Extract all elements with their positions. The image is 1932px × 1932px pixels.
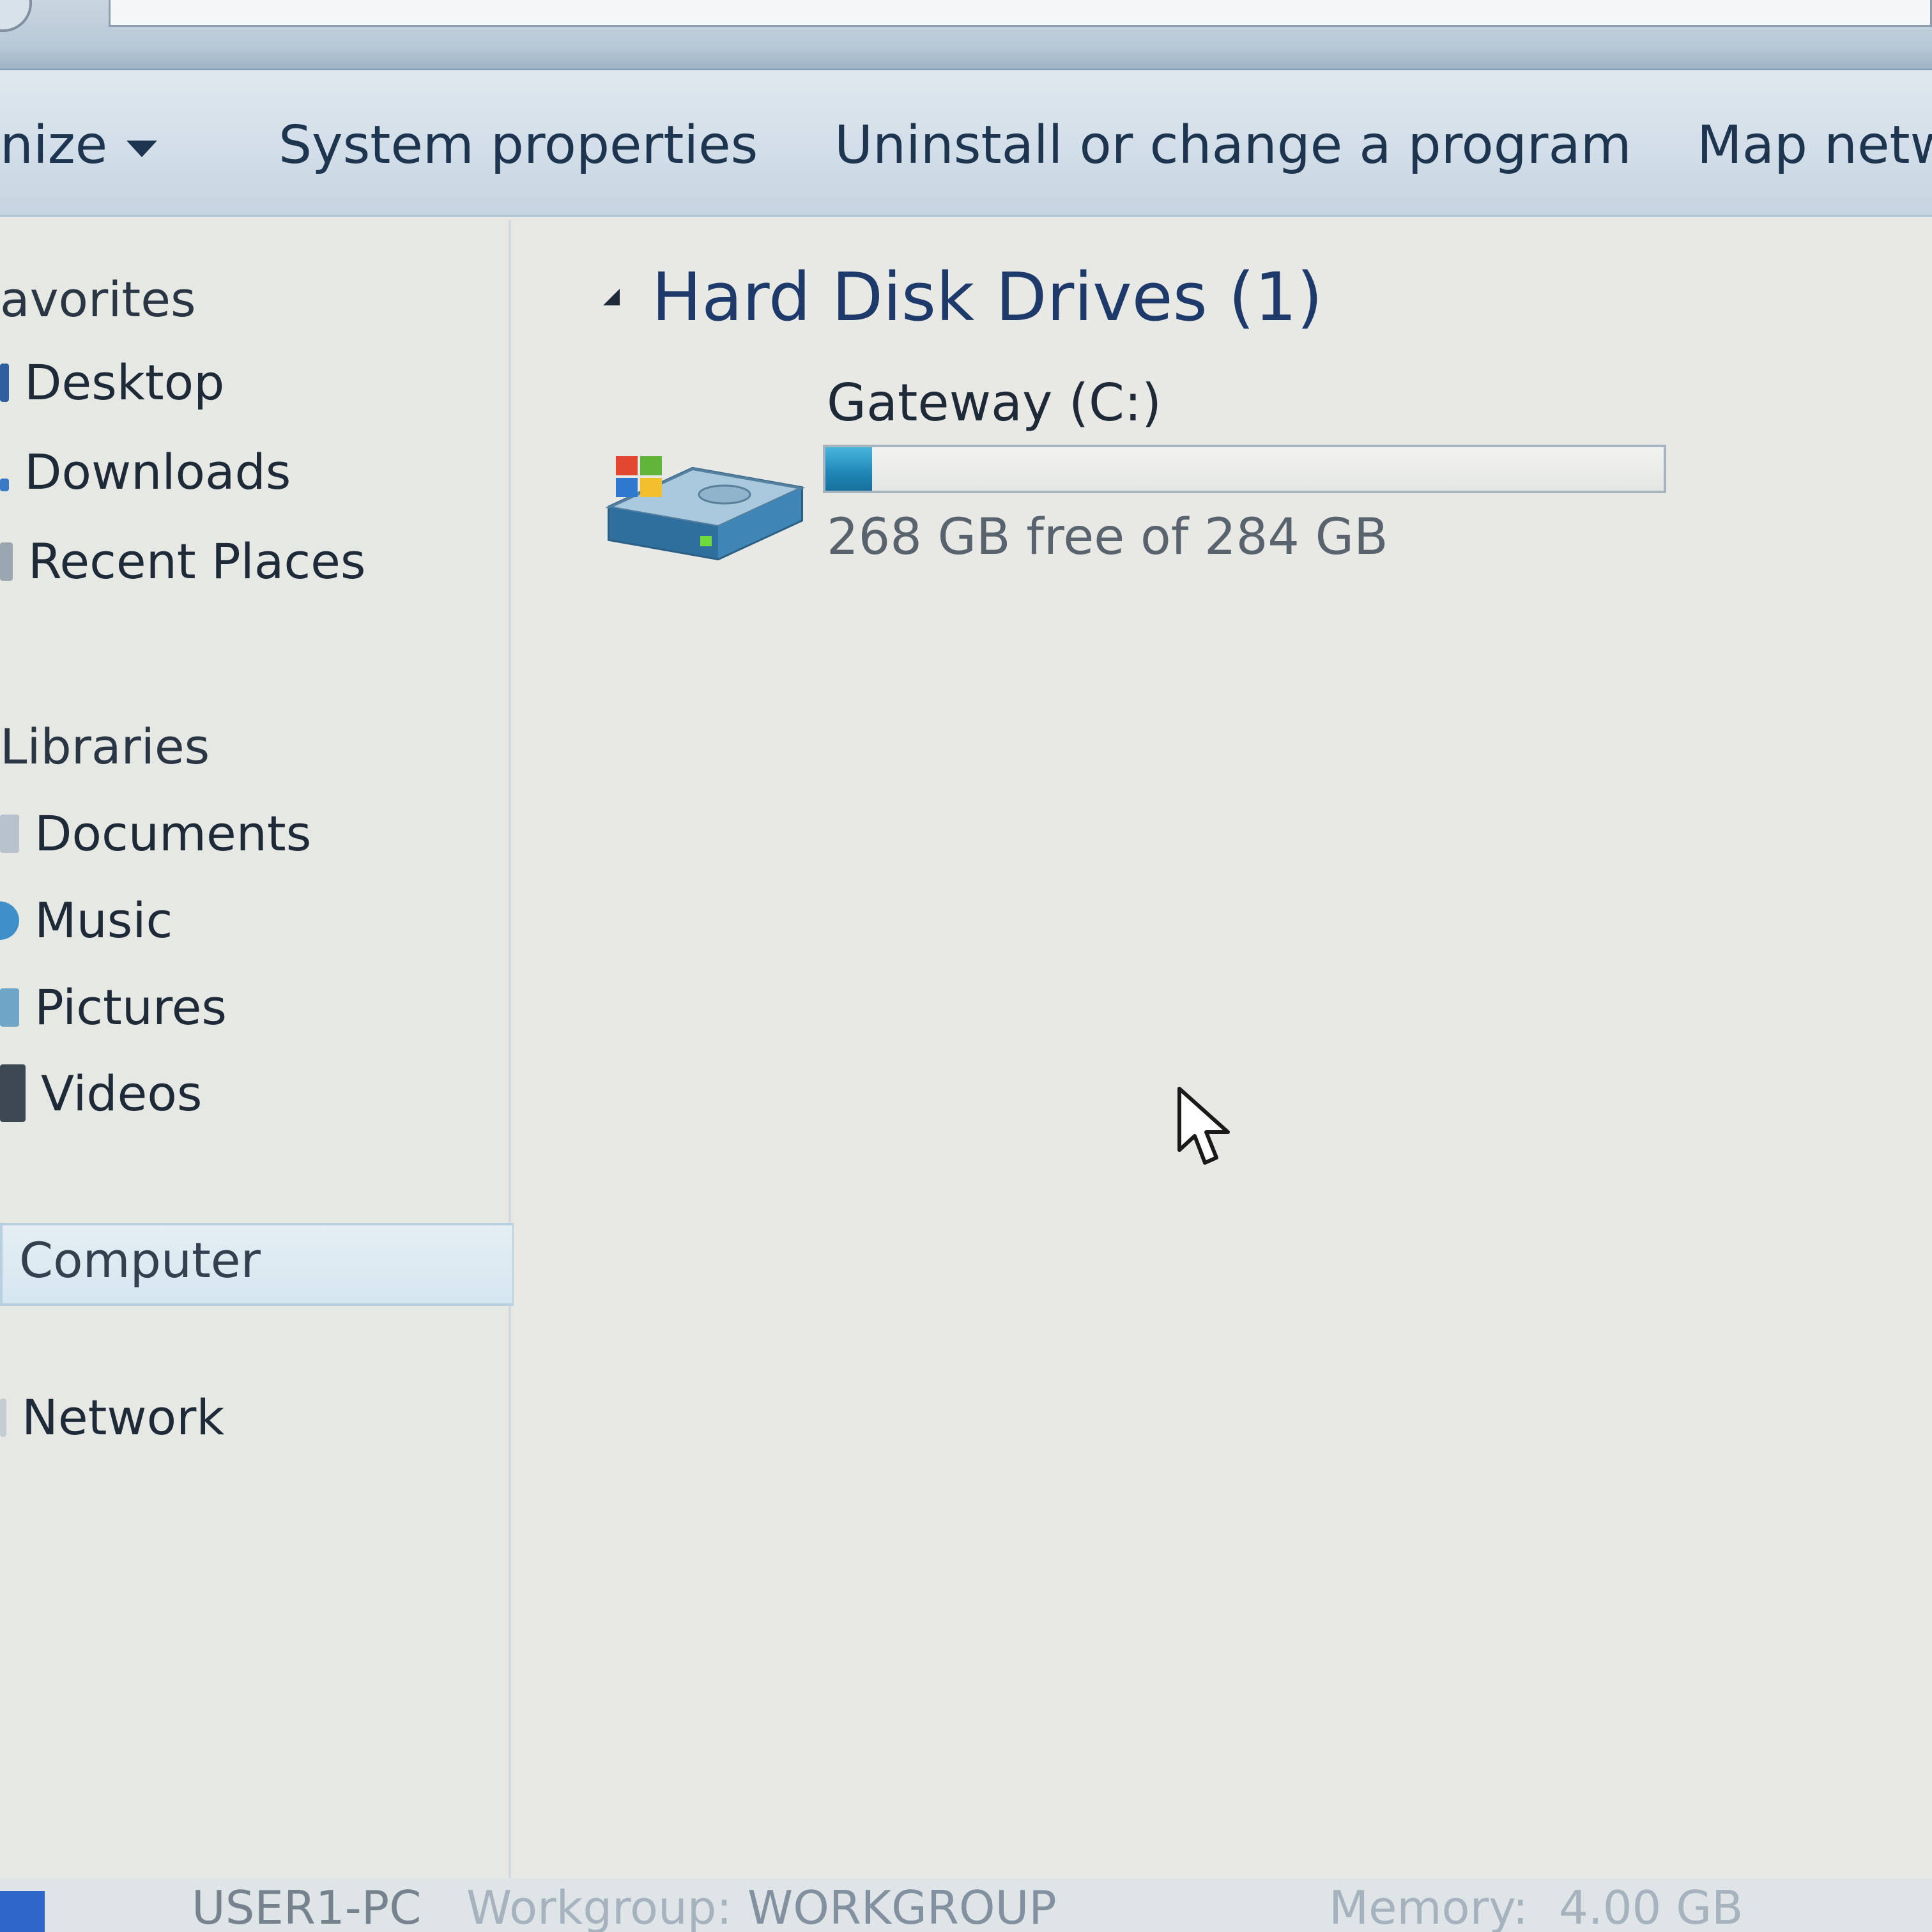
chevron-down-icon [126,140,158,157]
sidebar-item-pictures[interactable]: Pictures [0,979,227,1036]
sidebar-item-downloads[interactable]: Downloads [0,443,291,500]
command-bar: nize System properties Uninstall or chan… [0,70,1932,217]
uninstall-program-button[interactable]: Uninstall or change a program [834,115,1632,176]
workgroup-label: Workgroup: [466,1881,732,1932]
sidebar-item-label: Videos [41,1064,203,1122]
sidebar-item-network[interactable]: Network [0,1389,224,1446]
sidebar-item-label: Recent Places [28,533,366,590]
sidebar-item-label: Network [22,1389,225,1446]
sidebar-item-recent-places[interactable]: Recent Places [0,533,365,590]
sidebar-item-computer[interactable]: Computer [0,1223,515,1306]
address-field[interactable] [109,0,1932,27]
sidebar-item-label: Computer [19,1232,261,1289]
memory-value: 4.00 GB [1559,1881,1744,1932]
sidebar-item-music[interactable]: Music [0,892,172,949]
sidebar-item-desktop[interactable]: Desktop [0,354,224,411]
sidebar-item-label: Desktop [24,354,225,411]
drive-usage-fill [825,447,873,491]
memory-label: Memory: [1329,1881,1528,1932]
content-pane: Hard Disk Drives (1) Gateway (C:) 268 GB… [514,220,1932,1932]
workgroup-value: WORKGROUP [747,1881,1057,1932]
libraries-header[interactable]: Libraries [0,718,210,775]
address-bar-area [0,0,1932,70]
collapse-arrow-icon[interactable] [603,289,620,305]
desktop-icon [0,363,9,402]
videos-icon [0,1064,26,1122]
computer-icon [0,1891,45,1932]
system-properties-button[interactable]: System properties [279,115,758,176]
pictures-icon [0,988,19,1027]
mouse-cursor-icon [1177,1087,1230,1165]
favorites-header[interactable]: avorites [0,271,196,328]
drive-usage-bar [823,445,1666,493]
sidebar-item-videos[interactable]: Videos [0,1064,203,1122]
network-icon [0,1398,6,1437]
recent-places-icon [0,542,13,581]
group-header-label: Hard Disk Drives (1) [652,258,1323,336]
drive-free-space: 268 GB free of 284 GB [827,509,1388,566]
music-icon [0,901,19,940]
drive-name: Gateway (C:) [827,373,1162,433]
downloads-icon [0,478,9,491]
sidebar-item-label: Downloads [24,443,291,500]
organize-button[interactable]: nize [0,115,158,176]
details-pane: USER1-PC Workgroup: WORKGROUP Memory: 4.… [0,1878,1932,1932]
sidebar-item-documents[interactable]: Documents [0,805,311,862]
sidebar-item-label: Documents [34,805,312,862]
hard-drive-icon [605,456,806,561]
documents-icon [0,814,19,853]
back-button[interactable] [0,0,32,32]
organize-label: nize [0,115,108,176]
map-network-drive-button[interactable]: Map netw [1697,115,1932,176]
sidebar-item-label: Pictures [34,979,227,1036]
sidebar-item-label: Music [34,892,173,949]
computer-name: USER1-PC [192,1881,422,1932]
navigation-pane: avorites Desktop Downloads Recent Places… [0,220,515,1932]
hard-disk-drives-group[interactable]: Hard Disk Drives (1) [603,258,1322,336]
